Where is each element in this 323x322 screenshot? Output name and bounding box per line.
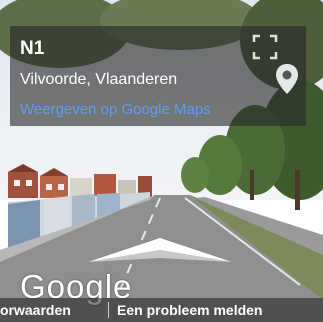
footer-bar: orwaarden Een probleem melden (0, 298, 323, 322)
view-on-google-maps-link[interactable]: Weergeven op Google Maps (20, 101, 211, 118)
report-problem-link[interactable]: Een probleem melden (117, 302, 262, 318)
place-address: Vilvoorde, Vlaanderen (20, 71, 178, 88)
street-view-viewer[interactable]: N1 Vilvoorde, Vlaanderen Weergeven op Go… (0, 0, 323, 322)
map-pin-icon[interactable] (274, 62, 300, 96)
terms-link[interactable]: orwaarden (0, 302, 71, 318)
expand-icon[interactable] (250, 32, 280, 62)
place-info-panel: N1 Vilvoorde, Vlaanderen Weergeven op Go… (10, 26, 306, 126)
place-title: N1 (20, 38, 45, 59)
footer-divider (108, 302, 109, 318)
